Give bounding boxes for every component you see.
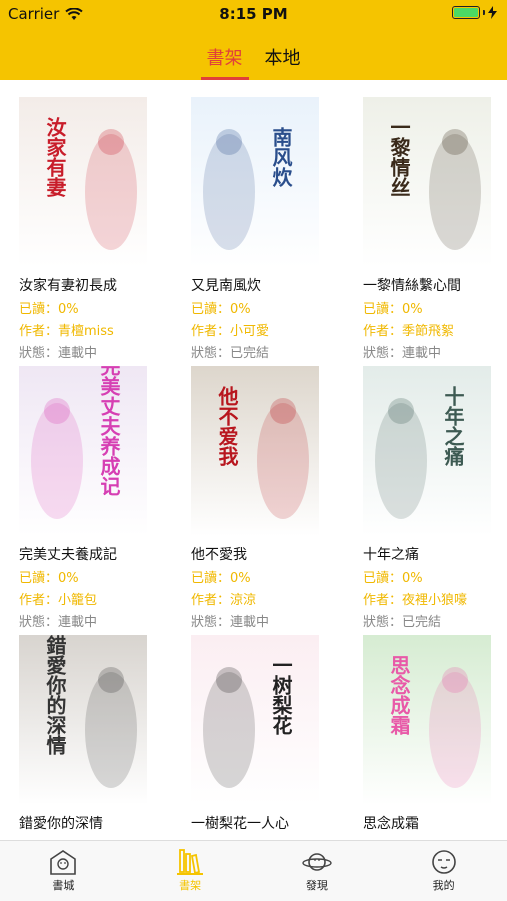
status-bar: Carrier 8:15 PM <box>0 0 507 28</box>
nav-profile[interactable]: 我的 <box>380 841 507 901</box>
nav-bookstore[interactable]: 書城 <box>0 841 127 901</box>
profile-face-icon <box>431 850 456 874</box>
bookstore-icon <box>50 850 77 875</box>
book-card[interactable]: 十年之痛 十年之痛 已讀：0% 作者：夜裡小狼嚎 狀態：已完結 <box>363 366 503 630</box>
nav-label: 我的 <box>432 879 455 892</box>
book-status: 狀態：連載中 <box>19 615 98 630</box>
book-title: 完美丈夫養成記 <box>19 547 117 563</box>
book-status: 狀態：已完結 <box>191 346 270 361</box>
shelf-tabs: 書架 本地 <box>0 40 507 80</box>
cover-title-art: 一树梨花 <box>269 655 293 736</box>
book-cover[interactable]: 一黎情丝 <box>363 97 491 267</box>
book-cover[interactable]: 思念成霜 <box>363 635 491 805</box>
book-title: 汝家有妻初長成 <box>19 278 117 294</box>
book-cover-illustration: 一树梨花 <box>191 635 319 805</box>
book-title: 一黎情絲繫心間 <box>363 278 461 294</box>
book-card[interactable]: 思念成霜思念成霜已讀：0% <box>363 635 503 840</box>
tab-local[interactable]: 本地 <box>265 40 301 80</box>
book-grid: 汝家有妻 汝家有妻初長成 已讀：0% 作者：青檀miss 狀態：連載中 南风炊 又見南風炊已… <box>0 80 507 840</box>
cover-title-art: 汝家有妻 <box>43 116 67 197</box>
book-cover[interactable]: 南风炊 <box>191 97 319 267</box>
book-author: 作者：夜裡小狼嚎 <box>363 593 468 608</box>
book-cover-illustration: 完美丈夫养成记 <box>19 366 147 536</box>
book-card[interactable]: 一树梨花一樹梨花一人心已讀：0% <box>191 635 331 840</box>
book-title: 他不愛我 <box>191 547 247 563</box>
book-status: 狀態：連載中 <box>363 346 442 361</box>
book-status: 狀態：連載中 <box>191 615 270 630</box>
book-card[interactable]: 完美丈夫养成记完美丈夫養成記 已讀：0% 作者：小籠包 狀態：連載中 <box>19 366 159 630</box>
read-progress: 已讀：0% <box>191 302 251 317</box>
book-title: 十年之痛 <box>363 547 419 563</box>
battery-icon <box>452 6 480 19</box>
nav-label: 書城 <box>52 879 75 892</box>
read-progress: 已讀：0% <box>19 571 79 586</box>
book-cover[interactable]: 一树梨花 <box>191 635 319 805</box>
clock: 8:15 PM <box>219 5 288 23</box>
tab-bookshelf[interactable]: 書架 <box>200 40 249 80</box>
bottom-tab-bar: 書城 書架 發現 我的 <box>0 840 507 901</box>
book-author: 作者：季節飛絮 <box>363 324 455 339</box>
book-card[interactable]: 汝家有妻汝家有妻初長成 已讀：0% 作者：青檀miss 狀態：連載中 <box>19 97 159 361</box>
battery-indicator <box>452 6 497 19</box>
book-author: 作者：青檀miss <box>19 324 114 339</box>
book-cover-illustration: 他不爱我 <box>191 366 319 536</box>
book-cover-illustration: 思念成霜 <box>363 635 491 805</box>
book-cover-illustration: 南风炊 <box>191 97 319 267</box>
charging-bolt-icon <box>488 6 497 19</box>
discover-planet-icon <box>302 853 332 871</box>
app-header: Carrier 8:15 PM 書架 本地 <box>0 0 507 80</box>
cover-title-art: 一黎情丝 <box>387 117 411 197</box>
book-cover[interactable]: 十年之痛 <box>363 366 491 536</box>
nav-label: 發現 <box>305 879 328 892</box>
book-status: 狀態：連載中 <box>19 346 98 361</box>
book-author: 作者：涼涼 <box>191 593 257 608</box>
cover-title-art: 錯愛你的深情 <box>43 635 67 756</box>
book-cover[interactable]: 他不爱我 <box>191 366 319 536</box>
nav-discover[interactable]: 發現 <box>254 841 381 901</box>
book-card[interactable]: 錯愛你的深情錯愛你的深情已讀：0% <box>19 635 159 840</box>
book-status: 狀態：已完結 <box>363 615 442 630</box>
read-progress: 已讀：0% <box>363 571 423 586</box>
nav-bookshelf[interactable]: 書架 <box>127 841 254 901</box>
book-card[interactable]: 他不爱我他不愛我已讀：0% 作者：涼涼狀態：連載中 <box>191 366 331 630</box>
read-progress: 已讀：0% <box>191 571 251 586</box>
cover-title-art: 完美丈夫养成记 <box>97 366 121 496</box>
nav-label: 書架 <box>179 879 202 892</box>
book-title: 又見南風炊 <box>191 278 261 294</box>
book-cover-illustration: 汝家有妻 <box>19 97 147 267</box>
book-author: 作者：小可愛 <box>191 324 270 339</box>
book-cover-illustration: 十年之痛 <box>363 366 491 536</box>
cover-title-art: 他不爱我 <box>215 385 239 466</box>
cover-title-art: 思念成霜 <box>387 655 411 736</box>
book-cover-illustration: 一黎情丝 <box>363 97 491 267</box>
cover-title-art: 南风炊 <box>269 127 293 188</box>
book-card[interactable]: 一黎情丝一黎情絲繫心間 已讀：0% 作者：季節飛絮 狀態：連載中 <box>363 97 503 361</box>
read-progress: 已讀：0% <box>19 302 79 317</box>
book-cover[interactable]: 完美丈夫养成记 <box>19 366 147 536</box>
cover-title-art: 十年之痛 <box>441 386 465 467</box>
read-progress: 已讀：0% <box>363 302 423 317</box>
book-author: 作者：小籠包 <box>19 593 98 608</box>
book-title: 思念成霜 <box>363 816 419 832</box>
book-cover-illustration: 錯愛你的深情 <box>19 635 147 805</box>
book-cover[interactable]: 汝家有妻 <box>19 97 147 267</box>
bookshelf-icon <box>177 849 204 875</box>
book-cover[interactable]: 錯愛你的深情 <box>19 635 147 805</box>
book-title: 錯愛你的深情 <box>19 816 103 832</box>
book-title: 一樹梨花一人心 <box>191 816 289 832</box>
book-card[interactable]: 南风炊又見南風炊已讀：0% 作者：小可愛 狀態：已完結 <box>191 97 331 361</box>
